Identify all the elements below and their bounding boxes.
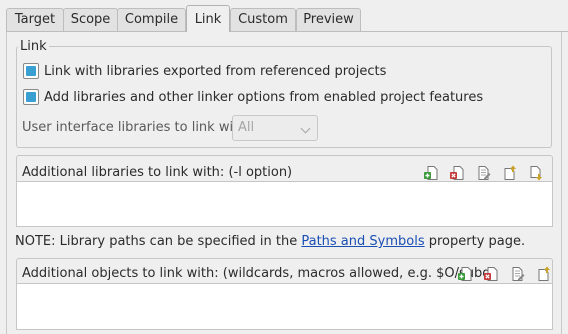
ui-libraries-value: All	[238, 120, 255, 135]
move-up-icon[interactable]	[501, 165, 517, 181]
move-up-icon[interactable]	[535, 266, 551, 282]
tab-preview[interactable]: Preview	[296, 8, 361, 31]
tab-custom[interactable]: Custom	[230, 8, 296, 31]
checkbox-checked-icon[interactable]	[23, 63, 39, 79]
move-down-icon[interactable]	[527, 165, 543, 181]
add-item-icon[interactable]	[423, 165, 439, 181]
checkbox-checked-icon[interactable]	[23, 89, 39, 105]
libraries-list[interactable]	[16, 181, 553, 227]
tab-scope[interactable]: Scope	[63, 8, 118, 31]
tab-link[interactable]: Link	[186, 5, 230, 32]
add-item-icon[interactable]	[457, 266, 473, 282]
ui-libraries-select[interactable]: All	[232, 115, 318, 141]
checkbox-label: Add libraries and other linker options f…	[44, 90, 484, 105]
paths-and-symbols-link[interactable]: Paths and Symbols	[301, 234, 424, 249]
note-suffix: property page.	[424, 234, 526, 249]
objects-list-header: Additional objects to link with: (wildca…	[22, 266, 495, 281]
objects-list[interactable]	[16, 283, 553, 330]
library-paths-note: NOTE: Library paths can be specified in …	[15, 233, 525, 251]
note-prefix: NOTE: Library paths can be specified in …	[15, 234, 302, 249]
delete-item-icon[interactable]	[483, 266, 499, 282]
libraries-list-header: Additional libraries to link with: (-l o…	[22, 165, 293, 180]
checkbox-label: Link with libraries exported from refere…	[44, 64, 387, 79]
edit-item-icon[interactable]	[509, 266, 525, 282]
ui-libraries-label: User interface libraries to link with:	[22, 120, 251, 135]
delete-item-icon[interactable]	[449, 165, 465, 181]
chevron-down-icon	[300, 123, 311, 134]
tab-target[interactable]: Target	[6, 8, 64, 31]
edit-item-icon[interactable]	[475, 165, 491, 181]
link-group-title: Link	[18, 39, 49, 54]
tab-bar: Target Scope Compile Link Custom Preview	[0, 0, 568, 32]
tab-compile[interactable]: Compile	[117, 8, 186, 31]
